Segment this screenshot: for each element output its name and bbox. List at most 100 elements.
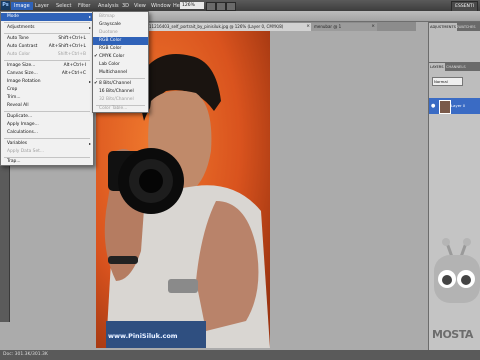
mode-item-cmyk-color[interactable]: ✔ CMYK Color — [93, 53, 148, 61]
menu-separator — [96, 78, 145, 79]
checkmark-icon: ✔ — [94, 81, 98, 86]
mode-item-highlighted[interactable]: RGB Color — [93, 37, 148, 45]
submenu-arrow-icon: ▸ — [88, 79, 91, 84]
menu-item-label: Image Rotation — [7, 79, 41, 84]
menu-item-image-rotation[interactable]: Image Rotation ▸ — [1, 78, 93, 86]
checkmark-icon: ✔ — [94, 54, 98, 59]
rotate-view-icon[interactable] — [226, 2, 236, 11]
menu-item-shortcut: Alt+Shift+Ctrl+L — [48, 44, 86, 49]
menu-item-label: Auto Tone — [7, 36, 29, 41]
panel-tabs-top: ADJUSTMENTS SWATCHES — [429, 22, 480, 31]
mode-item-label: Duotone — [99, 30, 118, 35]
watermark-text: www.PiniSiluk.com — [108, 332, 178, 340]
menu-bar: Ps Image Layer Select Filter Analysis 3D… — [0, 0, 480, 12]
status-text: Doc: 301.3K/301.3K — [3, 352, 48, 357]
mode-item-label: Grayscale — [99, 22, 121, 27]
menu-item-shortcut: Shift+Ctrl+L — [58, 36, 86, 41]
document-tab-label: menubar @ 1 — [314, 24, 342, 29]
mode-item-label: Color Table... — [99, 106, 128, 111]
mode-item-label: Multichannel — [99, 70, 128, 75]
document-tab-label: 11216403_self_portrait_by_pinisiluk.jpg … — [149, 24, 284, 29]
status-bar: Doc: 301.3K/301.3K — [0, 350, 480, 360]
menu-separator — [4, 33, 90, 34]
document-tab-active[interactable]: 11216403_self_portrait_by_pinisiluk.jpg … — [146, 23, 312, 31]
mode-item-grayscale[interactable]: Grayscale — [93, 21, 148, 29]
hand-tool-icon[interactable] — [206, 2, 216, 11]
menu-item-label: Adjustments — [7, 25, 35, 30]
menu-item-label: Mode — [7, 14, 19, 19]
menu-item-label: Canvas Size... — [7, 71, 38, 76]
mode-item-bitmap[interactable]: Bitmap — [93, 13, 148, 21]
menu-filter[interactable]: Filter — [75, 2, 93, 10]
blend-mode-select[interactable]: Normal — [432, 77, 463, 86]
menu-separator — [4, 111, 90, 112]
mode-item-label: RGB Color — [99, 46, 122, 51]
close-icon[interactable]: × — [371, 23, 375, 31]
zoom-level[interactable]: 126% — [180, 2, 204, 9]
tab-swatches[interactable]: SWATCHES — [455, 23, 477, 31]
layer-row[interactable]: ● Layer 0 — [429, 98, 480, 114]
zoom-tool-icon[interactable] — [216, 2, 226, 11]
tab-channels[interactable]: CHANNELS — [445, 63, 467, 71]
photoshop-logo[interactable]: Ps — [1, 1, 10, 10]
mode-item-label: 32 Bits/Channel — [99, 97, 134, 102]
mode-item-label: Lab Color — [99, 62, 120, 67]
eye-icon[interactable]: ● — [431, 103, 437, 109]
document-tab[interactable]: menubar @ 1 × — [311, 23, 377, 31]
mode-item-8-bits[interactable]: ✔ 8 Bits/Channel — [93, 80, 148, 88]
menu-item-trim[interactable]: Trim... — [1, 94, 93, 102]
menu-item-canvas-size[interactable]: Canvas Size... Alt+Ctrl+C — [1, 70, 93, 78]
menu-item-calculations[interactable]: Calculations... — [1, 129, 93, 137]
menu-item-trap[interactable]: Trap... — [1, 158, 93, 165]
menu-item-auto-color[interactable]: Auto Color Shift+Ctrl+B — [1, 51, 93, 59]
menu-item-shortcut: Shift+Ctrl+B — [57, 52, 86, 57]
menu-item-variables[interactable]: Variables ▸ — [1, 140, 93, 148]
menu-item-label: Reveal All — [7, 103, 29, 108]
menu-item-crop[interactable]: Crop — [1, 86, 93, 94]
menu-item-label: Trim... — [7, 95, 21, 100]
menu-item-auto-tone[interactable]: Auto Tone Shift+Ctrl+L — [1, 35, 93, 43]
menu-item-image-size[interactable]: Image Size... Alt+Ctrl+I — [1, 62, 93, 70]
menu-item-label: Apply Data Set... — [7, 149, 45, 154]
menu-item-label: Image Size... — [7, 63, 36, 68]
menu-item-label: Crop — [7, 87, 18, 92]
tab-adjustments[interactable]: ADJUSTMENTS — [429, 23, 457, 31]
panel-tabs-layers: LAYERS CHANNELS — [429, 62, 480, 71]
menu-image[interactable]: Image — [11, 2, 33, 10]
mode-item-32-bits[interactable]: 32 Bits/Channel — [93, 96, 148, 104]
menu-item-label: Calculations... — [7, 130, 38, 135]
mode-item-multichannel[interactable]: Multichannel — [93, 69, 148, 77]
menu-item-reveal-all[interactable]: Reveal All — [1, 102, 93, 110]
menu-item-apply-image[interactable]: Apply Image... — [1, 121, 93, 129]
menu-item-mode[interactable]: Mode ▸ — [1, 13, 93, 21]
menu-item-duplicate[interactable]: Duplicate... — [1, 113, 93, 121]
mode-item-rgb-color[interactable]: RGB Color — [93, 45, 148, 53]
mode-item-lab-color[interactable]: Lab Color — [93, 61, 148, 69]
mode-item-color-table[interactable]: Color Table... — [93, 105, 148, 112]
mode-item-16-bits[interactable]: 16 Bits/Channel — [93, 88, 148, 96]
menu-separator — [4, 60, 90, 61]
menu-item-label: Auto Contrast — [7, 44, 38, 49]
close-icon[interactable]: × — [306, 23, 310, 31]
menu-separator — [4, 22, 90, 23]
mode-item-label: 8 Bits/Channel — [99, 81, 131, 86]
menu-item-adjustments[interactable]: Adjustments ▸ — [1, 24, 93, 32]
submenu-arrow-icon: ▸ — [88, 25, 91, 30]
menu-item-label: Variables — [7, 141, 28, 146]
mode-item-label: 16 Bits/Channel — [99, 89, 134, 94]
menu-layer[interactable]: Layer — [32, 2, 52, 10]
menu-item-auto-contrast[interactable]: Auto Contrast Alt+Shift+Ctrl+L — [1, 43, 93, 51]
menu-item-shortcut: Alt+Ctrl+I — [63, 63, 86, 68]
menu-view[interactable]: View — [131, 2, 149, 10]
menu-item-shortcut: Alt+Ctrl+C — [61, 71, 86, 76]
mode-item-label: RGB Color — [99, 38, 122, 43]
mode-item-label: Bitmap — [99, 14, 115, 19]
menu-analysis[interactable]: Analysis — [95, 2, 122, 10]
mode-submenu: Bitmap Grayscale Duotone RGB Color RGB C… — [92, 11, 149, 113]
tab-layers[interactable]: LAYERS — [429, 63, 445, 71]
menu-select[interactable]: Select — [53, 2, 74, 10]
image-menu-dropdown: Mode ▸ Adjustments ▸ Auto Tone Shift+Ctr… — [0, 11, 94, 166]
mode-item-duotone[interactable]: Duotone — [93, 29, 148, 37]
menu-item-apply-data-set[interactable]: Apply Data Set... — [1, 148, 93, 156]
submenu-arrow-icon: ▸ — [88, 141, 91, 146]
